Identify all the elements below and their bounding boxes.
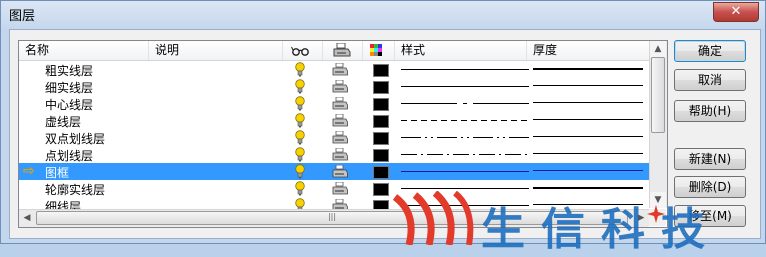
layer-name: 细实线层: [45, 81, 94, 95]
layer-color-swatch[interactable]: [373, 81, 389, 94]
new-layer-button[interactable]: 新建(N): [674, 148, 746, 170]
layer-row[interactable]: 点划线层: [19, 146, 649, 163]
column-header-linetype[interactable]: 样式: [395, 41, 527, 60]
printer-icon[interactable]: [332, 131, 348, 144]
lineweight-preview[interactable]: [533, 85, 643, 86]
layer-color-swatch[interactable]: [373, 149, 389, 162]
column-header-lineweight[interactable]: 厚度: [527, 41, 649, 60]
layer-name: 虚线层: [45, 115, 82, 129]
linetype-preview[interactable]: [401, 120, 529, 121]
layer-row[interactable]: 中心线层: [19, 95, 649, 112]
layer-row[interactable]: 虚线层: [19, 112, 649, 129]
window-title: 图层: [9, 9, 36, 24]
layer-row[interactable]: 双点划线层: [19, 129, 649, 146]
lineweight-preview[interactable]: [533, 170, 643, 171]
lightbulb-icon[interactable]: [295, 113, 305, 128]
layer-color-swatch[interactable]: [373, 64, 389, 77]
scroll-left-arrow-icon[interactable]: ◀: [19, 210, 35, 227]
delete-layer-button[interactable]: 删除(D): [674, 176, 746, 198]
column-header-description[interactable]: 说明: [149, 41, 283, 60]
column-header-color[interactable]: [363, 41, 395, 60]
vertical-scroll-thumb[interactable]: [651, 57, 665, 133]
cancel-button[interactable]: 取消: [674, 69, 746, 91]
lightbulb-icon[interactable]: [295, 147, 305, 162]
lineweight-preview[interactable]: [533, 187, 643, 189]
printer-icon[interactable]: [332, 148, 348, 161]
lineweight-preview[interactable]: [533, 102, 643, 103]
linetype-preview[interactable]: [401, 154, 529, 155]
scrollbar-corner: [649, 209, 666, 226]
printer-icon: [333, 42, 351, 57]
linetype-preview[interactable]: [401, 86, 529, 87]
horizontal-scrollbar[interactable]: ◀ ||| ▶: [19, 209, 649, 227]
glasses-icon: [291, 46, 309, 56]
lightbulb-icon[interactable]: [295, 181, 305, 196]
list-header: 名称 说明 样式 厚度: [19, 41, 649, 61]
scroll-right-arrow-icon[interactable]: ▶: [633, 210, 649, 227]
move-layer-button[interactable]: 移至(M): [674, 205, 746, 227]
column-header-name[interactable]: 名称: [19, 41, 149, 60]
layer-row[interactable]: 细实线层: [19, 78, 649, 95]
title-bar: 图层 ✕: [1, 1, 765, 27]
linetype-preview[interactable]: [401, 188, 529, 189]
current-layer-arrow-icon: ⇨: [23, 163, 35, 179]
layer-color-swatch[interactable]: [373, 183, 389, 196]
linetype-preview[interactable]: [401, 171, 529, 172]
layer-color-swatch[interactable]: [373, 98, 389, 111]
layer-color-swatch[interactable]: [373, 166, 389, 179]
lightbulb-icon[interactable]: [295, 164, 305, 179]
column-header-plot[interactable]: [323, 41, 363, 60]
printer-icon[interactable]: [332, 80, 348, 93]
help-button[interactable]: 帮助(H): [674, 100, 746, 122]
layer-row[interactable]: 轮廓实线层: [19, 180, 649, 197]
layers-dialog: 图层 ✕ 名称 说明 样式 厚度 粗实线层 细实线层 中心线层 虚线层 双点划线…: [0, 0, 766, 255]
lineweight-preview[interactable]: [533, 136, 643, 137]
layer-name: 图框: [45, 166, 70, 180]
printer-icon[interactable]: [332, 63, 348, 76]
vertical-scrollbar[interactable]: ▲ ▼: [649, 41, 667, 208]
lineweight-preview[interactable]: [533, 68, 643, 70]
lineweight-preview[interactable]: [533, 204, 643, 205]
layer-list[interactable]: 名称 说明 样式 厚度 粗实线层 细实线层 中心线层 虚线层 双点划线层 点划线…: [18, 40, 668, 228]
layer-color-swatch[interactable]: [373, 115, 389, 128]
lightbulb-icon[interactable]: [295, 62, 305, 77]
dialog-body: 名称 说明 样式 厚度 粗实线层 细实线层 中心线层 虚线层 双点划线层 点划线…: [9, 29, 761, 239]
printer-icon[interactable]: [332, 165, 348, 178]
lightbulb-icon[interactable]: [295, 130, 305, 145]
lightbulb-icon[interactable]: [295, 96, 305, 111]
lineweight-preview[interactable]: [533, 153, 643, 154]
lightbulb-icon[interactable]: [295, 79, 305, 94]
layer-name: 双点划线层: [45, 132, 106, 146]
layer-color-swatch[interactable]: [373, 132, 389, 145]
close-button[interactable]: ✕: [713, 2, 759, 22]
linetype-preview[interactable]: [401, 69, 529, 70]
layer-name: 中心线层: [45, 98, 94, 112]
scroll-up-arrow-icon[interactable]: ▲: [650, 41, 666, 57]
layer-name: 轮廓实线层: [45, 183, 106, 197]
layer-name: 点划线层: [45, 149, 94, 163]
scroll-down-arrow-icon[interactable]: ▼: [650, 192, 666, 208]
layer-name: 粗实线层: [45, 64, 94, 78]
linetype-preview[interactable]: [401, 103, 529, 104]
printer-icon[interactable]: [332, 97, 348, 110]
layer-row[interactable]: 粗实线层: [19, 61, 649, 78]
color-grid-icon: [370, 44, 382, 56]
ok-button[interactable]: 确定: [674, 40, 746, 62]
layer-row[interactable]: ⇨ 图框: [19, 163, 649, 180]
linetype-preview[interactable]: [401, 205, 529, 206]
printer-icon[interactable]: [332, 114, 348, 127]
lineweight-preview[interactable]: [533, 119, 643, 120]
column-header-visibility[interactable]: [283, 41, 323, 60]
linetype-preview[interactable]: [401, 137, 529, 138]
horizontal-scroll-thumb[interactable]: |||: [36, 211, 628, 225]
printer-icon[interactable]: [332, 182, 348, 195]
